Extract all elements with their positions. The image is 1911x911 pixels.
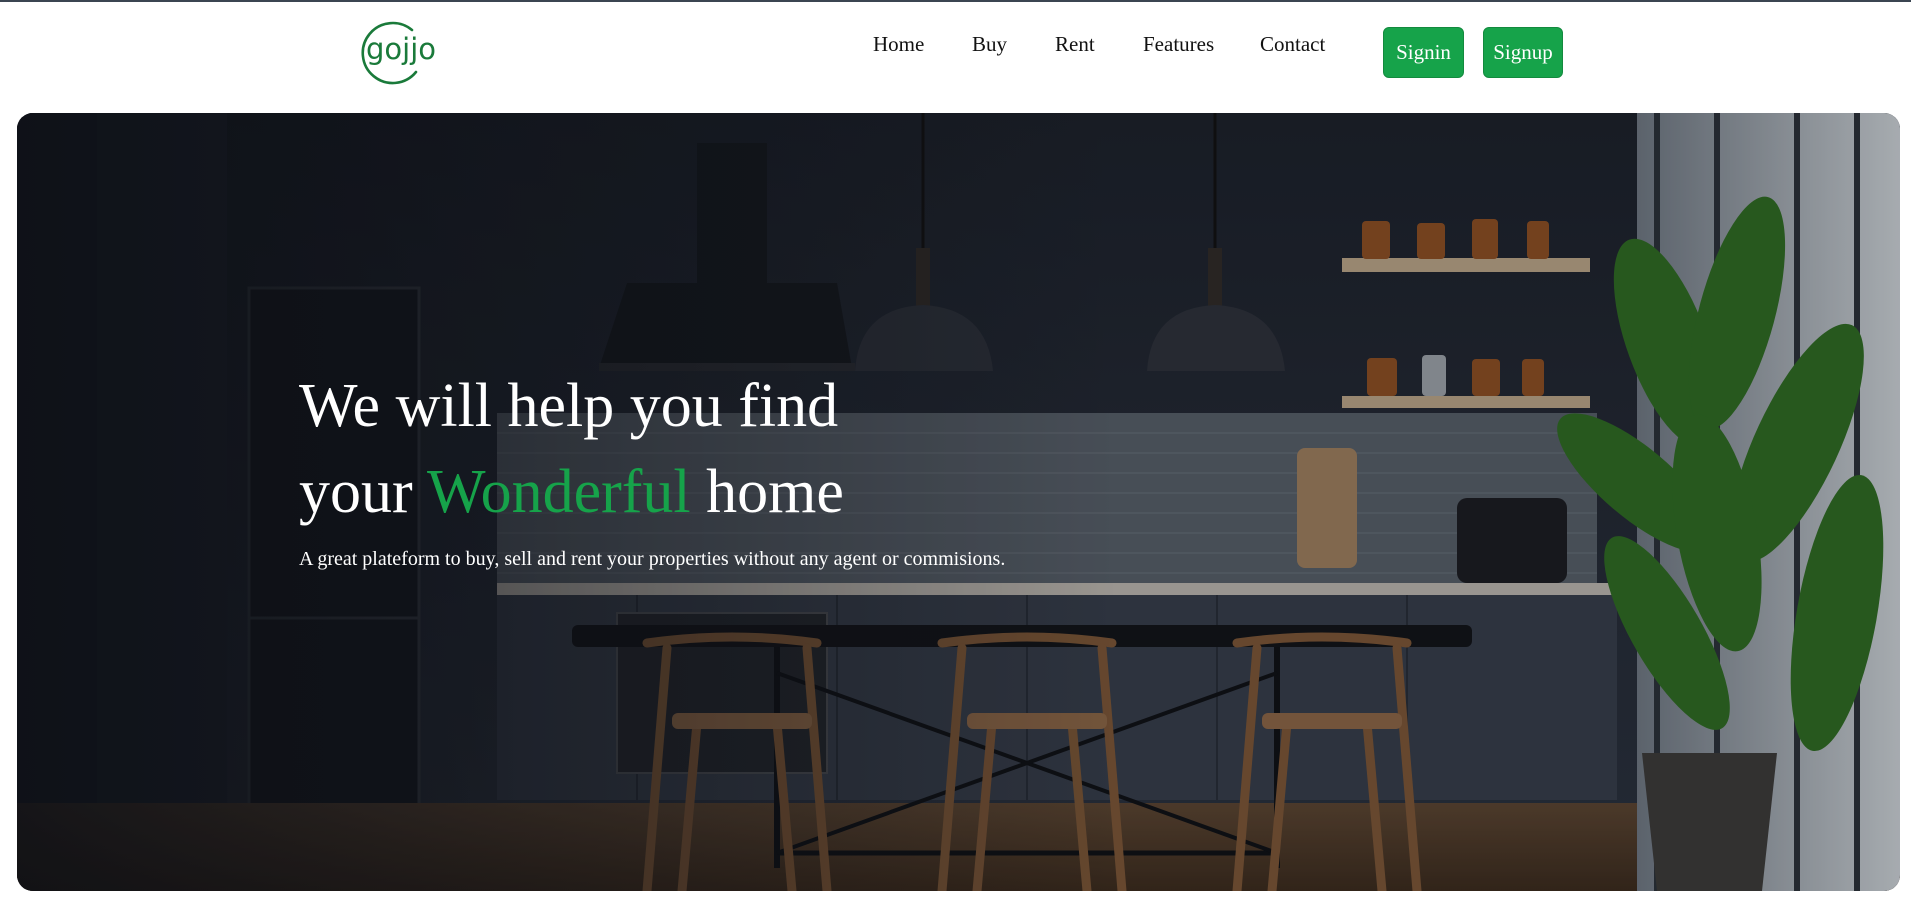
signin-button[interactable]: Signin — [1383, 27, 1464, 78]
headline-prefix: your — [299, 458, 413, 526]
headline-line1: We will help you find — [299, 372, 839, 440]
nav-buy[interactable]: Buy — [972, 32, 1007, 57]
signup-button[interactable]: Signup — [1483, 27, 1563, 78]
hero-headline: We will help you find your Wonderful hom… — [299, 363, 844, 535]
nav-contact[interactable]: Contact — [1260, 32, 1325, 57]
nav-rent[interactable]: Rent — [1055, 32, 1095, 57]
brand-logo[interactable]: gojjo — [356, 20, 436, 86]
nav-features[interactable]: Features — [1143, 32, 1214, 57]
brand-name: gojjo — [366, 32, 437, 66]
headline-suffix: home — [706, 458, 844, 526]
nav-home[interactable]: Home — [873, 32, 924, 57]
hero-subtitle: A great plateform to buy, sell and rent … — [299, 548, 1006, 570]
hero-banner: We will help you find your Wonderful hom… — [17, 113, 1900, 891]
navbar: gojjo Home Buy Rent Features Contact Sig… — [0, 2, 1911, 100]
headline-accent: Wonderful — [427, 458, 691, 526]
